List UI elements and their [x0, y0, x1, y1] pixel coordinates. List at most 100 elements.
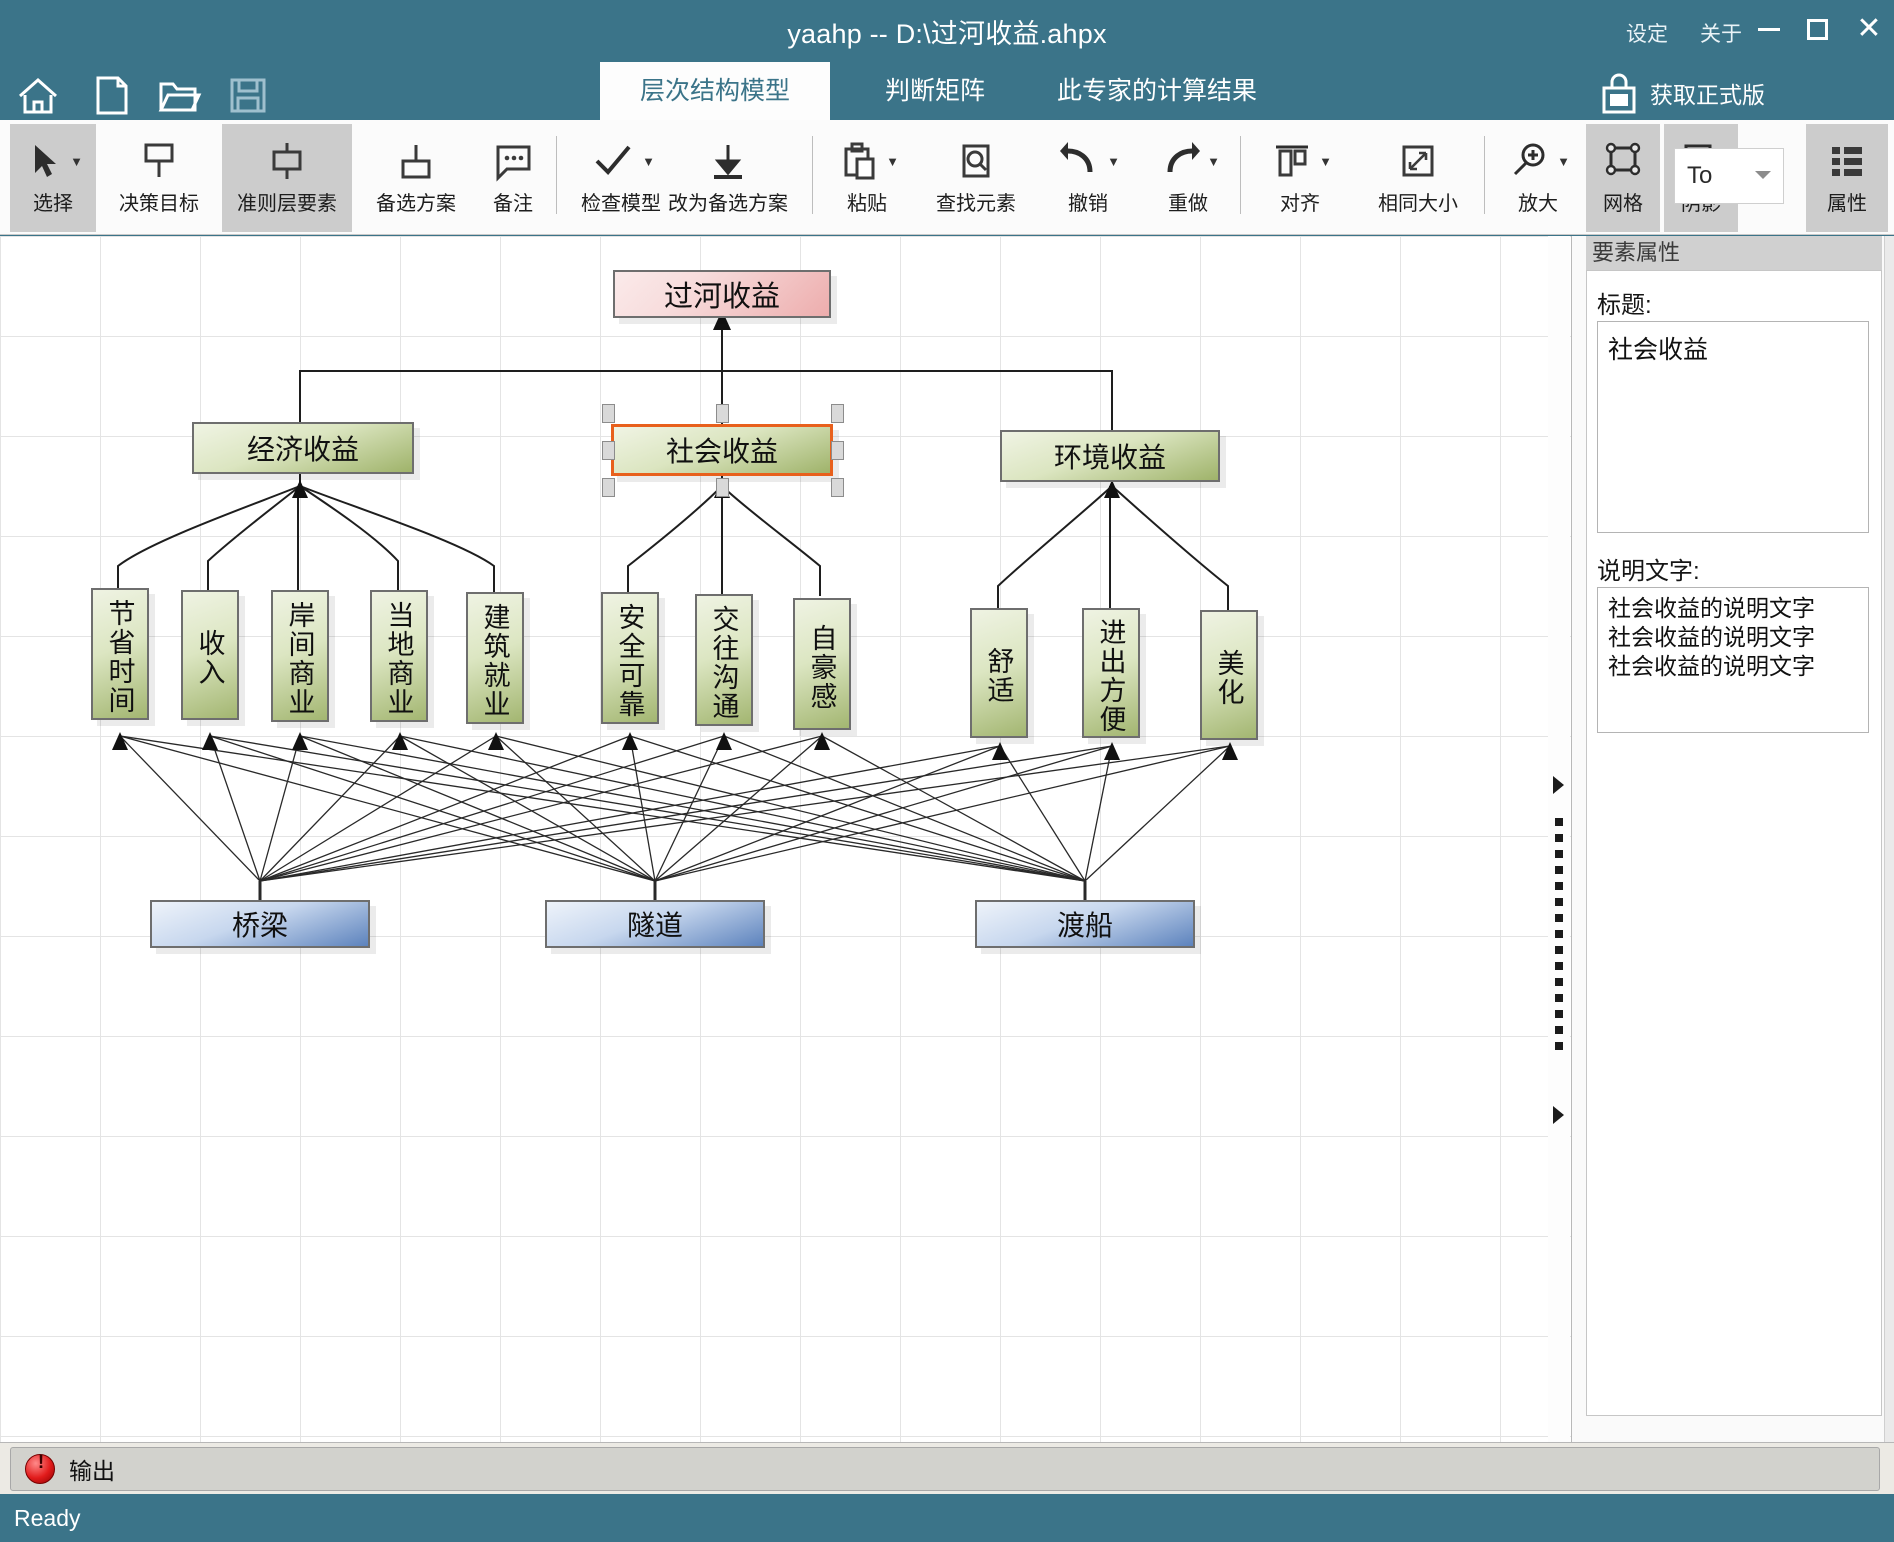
output-bar: 输出 — [0, 1442, 1894, 1494]
menu-about[interactable]: 关于 — [1700, 18, 1742, 48]
properties-panel: 要素属性 标题: 社会收益 说明文字: 社会收益的说明文字 社会收益的说明文字 … — [1572, 236, 1894, 1442]
tool-align[interactable]: ▼ 对齐 — [1250, 124, 1350, 232]
node-alternative-bridge-label: 桥梁 — [231, 910, 288, 941]
get-full-version-icon[interactable] — [1596, 72, 1642, 118]
save-icon[interactable] — [222, 72, 274, 118]
resize-handle-sw[interactable] — [602, 478, 615, 497]
properties-panel-header: 要素属性 — [1586, 236, 1882, 270]
tool-decision-goal[interactable]: 决策目标 — [104, 124, 214, 232]
node-criteria-environmental-label: 环境收益 — [1053, 442, 1166, 473]
node-criteria-social[interactable]: 社会收益 — [611, 424, 833, 476]
alternative-node-icon — [390, 130, 442, 192]
description-textarea[interactable]: 社会收益的说明文字 社会收益的说明文字 社会收益的说明文字 — [1597, 587, 1869, 733]
get-full-version-button[interactable]: 获取正式版 — [1650, 72, 1765, 118]
tool-select-label: 选择 — [33, 193, 73, 215]
paste-icon: ▼ — [835, 130, 899, 192]
tool-redo[interactable]: ▼ 重做 — [1140, 124, 1236, 232]
tool-criteria-element[interactable]: 准则层要素 — [222, 124, 352, 232]
node-sub-access-convenience-label: 进出方便 — [1095, 618, 1126, 734]
title-field-label: 标题: — [1597, 292, 1652, 319]
splitter-grip[interactable] — [1555, 818, 1563, 1058]
ribbon-separator — [556, 136, 557, 214]
node-goal-label: 过河收益 — [663, 281, 780, 313]
tab-expert-results[interactable]: 此专家的计算结果 — [1032, 62, 1282, 120]
home-icon[interactable] — [12, 72, 64, 118]
node-sub-beautification[interactable]: 美化 — [1200, 610, 1258, 740]
output-tab[interactable]: 输出 — [10, 1447, 1880, 1491]
node-alternative-ferry[interactable]: 渡船 — [975, 900, 1195, 948]
resize-handle-s[interactable] — [716, 478, 729, 497]
convert-down-icon — [702, 130, 754, 192]
node-sub-income[interactable]: 收入 — [181, 590, 239, 720]
check-icon: ▼ — [587, 130, 655, 192]
node-alternative-tunnel[interactable]: 隧道 — [545, 900, 765, 948]
node-sub-construction-jobs-label: 建筑就业 — [479, 603, 510, 719]
goal-node-icon — [133, 130, 185, 192]
to-combobox-value: To — [1687, 162, 1713, 189]
maximize-icon — [1806, 19, 1828, 41]
node-sub-access-convenience[interactable]: 进出方便 — [1082, 608, 1140, 738]
tool-criteria-element-label: 准则层要素 — [237, 193, 337, 215]
node-sub-communication[interactable]: 交往沟通 — [695, 594, 753, 726]
node-sub-local-business[interactable]: 当地商业 — [370, 590, 428, 722]
resize-handle-w[interactable] — [602, 441, 615, 460]
menu-settings[interactable]: 设定 — [1626, 18, 1668, 48]
splitter-expand-up-icon[interactable] — [1553, 776, 1564, 794]
minimize-icon — [1758, 28, 1780, 32]
undo-arrow-icon: ▼ — [1056, 130, 1120, 192]
tool-paste[interactable]: ▼ 粘贴 — [822, 124, 912, 232]
tool-select[interactable]: ▼ 选择 — [10, 124, 96, 232]
node-goal[interactable]: 过河收益 — [613, 270, 831, 318]
close-button[interactable]: ✕ — [1848, 8, 1890, 50]
redo-arrow-icon: ▼ — [1156, 130, 1220, 192]
open-folder-icon[interactable] — [152, 72, 204, 118]
tool-find-element-label: 查找元素 — [936, 193, 1016, 215]
node-criteria-economic[interactable]: 经济收益 — [192, 422, 414, 474]
minimize-button[interactable] — [1748, 8, 1790, 50]
to-combobox[interactable]: To — [1674, 148, 1784, 204]
diagram-canvas[interactable]: 过河收益 经济收益 社会收益 环境收益 节省时间 收入 岸间商业 当地商业 建筑… — [0, 236, 1572, 1442]
ribbon-separator — [1240, 136, 1241, 214]
window-title: yaahp -- D:\过河收益.ahpx — [787, 19, 1107, 49]
same-size-icon — [1394, 130, 1442, 192]
node-sub-construction-jobs[interactable]: 建筑就业 — [466, 592, 524, 724]
node-sub-cross-shore-business[interactable]: 岸间商业 — [271, 590, 329, 722]
tool-alternative[interactable]: 备选方案 — [360, 124, 472, 232]
ribbon-separator — [812, 136, 813, 214]
tool-grid[interactable]: 网格 — [1586, 124, 1660, 232]
tool-convert-to-alternative[interactable]: 改为备选方案 — [648, 124, 808, 232]
node-sub-save-time[interactable]: 节省时间 — [91, 588, 149, 720]
tool-undo[interactable]: ▼ 撤销 — [1040, 124, 1136, 232]
error-badge-icon — [25, 1452, 56, 1484]
tab-judgment-matrix[interactable]: 判断矩阵 — [845, 62, 1025, 120]
resize-handle-ne[interactable] — [831, 404, 844, 423]
node-sub-comfort[interactable]: 舒适 — [970, 608, 1028, 738]
node-sub-safety[interactable]: 安全可靠 — [601, 592, 659, 724]
tool-properties[interactable]: 属性 — [1806, 124, 1888, 232]
splitter-expand-down-icon[interactable] — [1553, 1106, 1564, 1124]
tab-hierarchy-model[interactable]: 层次结构模型 — [600, 62, 830, 120]
maximize-button[interactable] — [1796, 8, 1838, 50]
zoom-in-icon: ▼ — [1506, 130, 1570, 192]
tool-same-size-label: 相同大小 — [1378, 193, 1458, 215]
node-alternative-bridge[interactable]: 桥梁 — [150, 900, 370, 948]
properties-panel-scrollbar[interactable] — [1884, 236, 1894, 1442]
tool-find-element[interactable]: 查找元素 — [918, 124, 1034, 232]
node-sub-income-label: 收入 — [194, 629, 225, 687]
resize-handle-se[interactable] — [831, 478, 844, 497]
title-input[interactable]: 社会收益 — [1597, 321, 1869, 533]
resize-handle-e[interactable] — [831, 441, 844, 460]
node-sub-pride-label: 自豪感 — [806, 623, 837, 711]
node-criteria-environmental[interactable]: 环境收益 — [1000, 430, 1220, 482]
resize-handle-n[interactable] — [716, 404, 729, 423]
new-file-icon[interactable] — [84, 72, 136, 118]
tool-zoom-in[interactable]: ▼ 放大 — [1494, 124, 1582, 232]
align-icon: ▼ — [1268, 130, 1332, 192]
resize-handle-nw[interactable] — [602, 404, 615, 423]
node-sub-save-time-label: 节省时间 — [104, 599, 135, 715]
canvas-panel-splitter[interactable] — [1548, 236, 1570, 1442]
tool-same-size[interactable]: 相同大小 — [1354, 124, 1482, 232]
tool-comment[interactable]: 备注 — [478, 124, 548, 232]
node-sub-pride[interactable]: 自豪感 — [793, 598, 851, 730]
tool-alternative-label: 备选方案 — [376, 193, 456, 215]
